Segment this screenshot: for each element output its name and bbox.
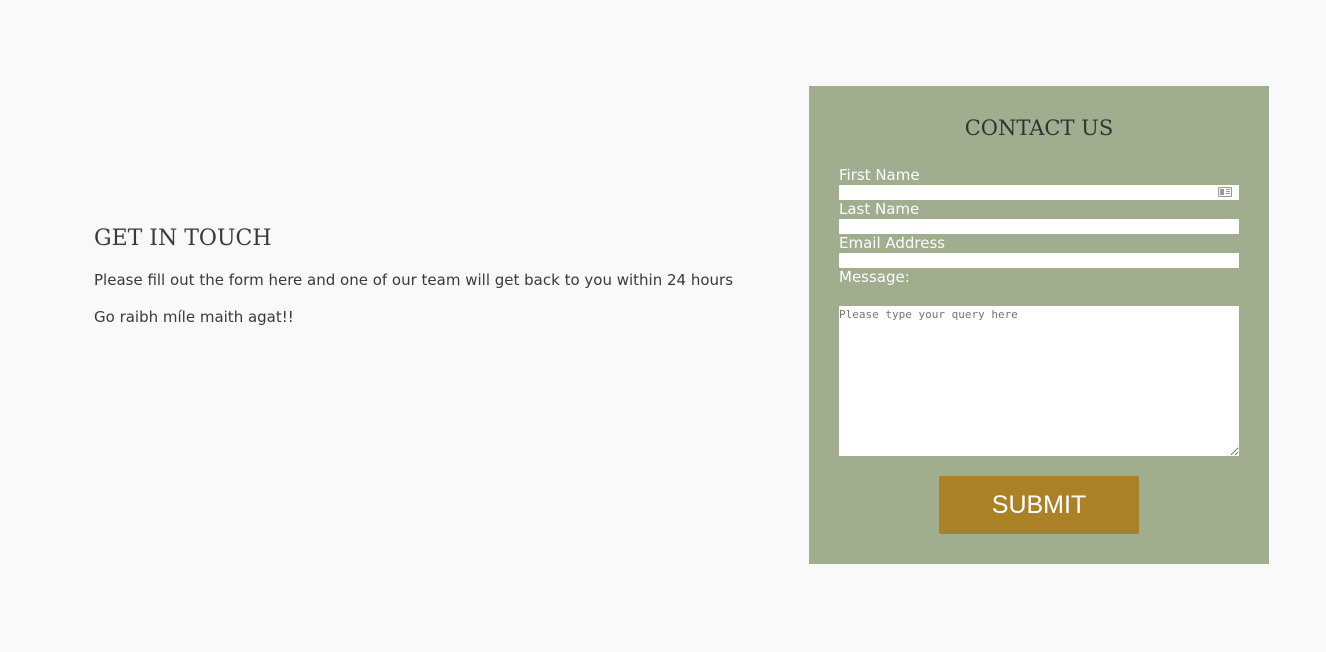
message-textarea[interactable] [839, 306, 1239, 456]
contact-form: CONTACT US First Name Last Name Email Ad… [809, 86, 1269, 564]
contact-description: Please fill out the form here and one of… [94, 271, 734, 289]
submit-button[interactable]: SUBMIT [939, 476, 1139, 534]
first-name-label: First Name [839, 166, 920, 184]
first-name-field-wrapper [839, 185, 1239, 200]
contact-card-icon[interactable] [1218, 187, 1232, 197]
email-address-input[interactable] [839, 253, 1239, 268]
first-name-input[interactable] [839, 185, 1209, 200]
get-in-touch-heading: GET IN TOUCH [94, 226, 272, 251]
thank-you-text: Go raibh míle maith agat!! [94, 308, 294, 326]
get-in-touch-section: GET IN TOUCH Please fill out the form he… [94, 226, 794, 326]
contact-form-title: CONTACT US [964, 116, 1114, 140]
message-label: Message: [839, 268, 910, 286]
last-name-input[interactable] [839, 219, 1239, 234]
last-name-label: Last Name [839, 200, 920, 218]
email-address-label: Email Address [839, 234, 946, 252]
